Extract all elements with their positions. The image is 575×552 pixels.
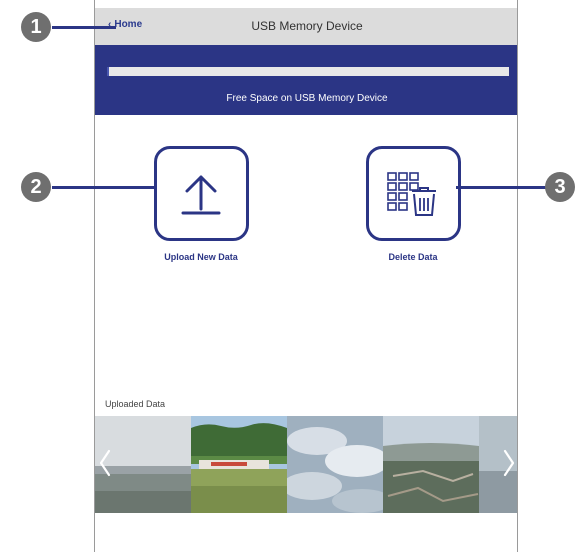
- callout-2: 2: [21, 172, 51, 202]
- callout-1: 1: [21, 12, 51, 42]
- upload-arrow-icon: [181, 175, 221, 214]
- previous-arrow-icon[interactable]: [97, 448, 113, 478]
- free-space-label: Free Space on USB Memory Device: [226, 93, 388, 104]
- uploaded-data-gallery: [95, 416, 517, 513]
- delete-data-button[interactable]: [365, 146, 461, 241]
- storage-panel: Free Space on USB Memory Device: [95, 45, 517, 115]
- next-arrow-icon[interactable]: [501, 448, 517, 478]
- delete-data-label: Delete Data: [388, 252, 438, 262]
- callout-3: 3: [545, 172, 575, 202]
- uploaded-data-heading: Uploaded Data: [105, 399, 166, 409]
- callout-1-leader: [52, 26, 116, 29]
- top-bar: ‹ Home USB Memory Device: [95, 8, 517, 45]
- uploaded-image-3[interactable]: [287, 416, 383, 513]
- upload-action: Upload New Data: [151, 146, 251, 262]
- page-title: USB Memory Device: [251, 19, 363, 33]
- callout-3-leader: [456, 186, 548, 189]
- callout-2-leader: [52, 186, 156, 189]
- upload-new-data-label: Upload New Data: [164, 252, 238, 262]
- free-space-bar: [107, 67, 509, 76]
- usb-memory-screen: ‹ Home USB Memory Device Free Space on U…: [94, 0, 518, 552]
- uploaded-image-2[interactable]: [191, 416, 287, 513]
- upload-new-data-button[interactable]: [153, 146, 249, 241]
- grid-trash-icon: [387, 171, 436, 216]
- delete-action: Delete Data: [363, 146, 463, 262]
- used-space-fill: [107, 67, 109, 76]
- uploaded-image-4[interactable]: [383, 416, 479, 513]
